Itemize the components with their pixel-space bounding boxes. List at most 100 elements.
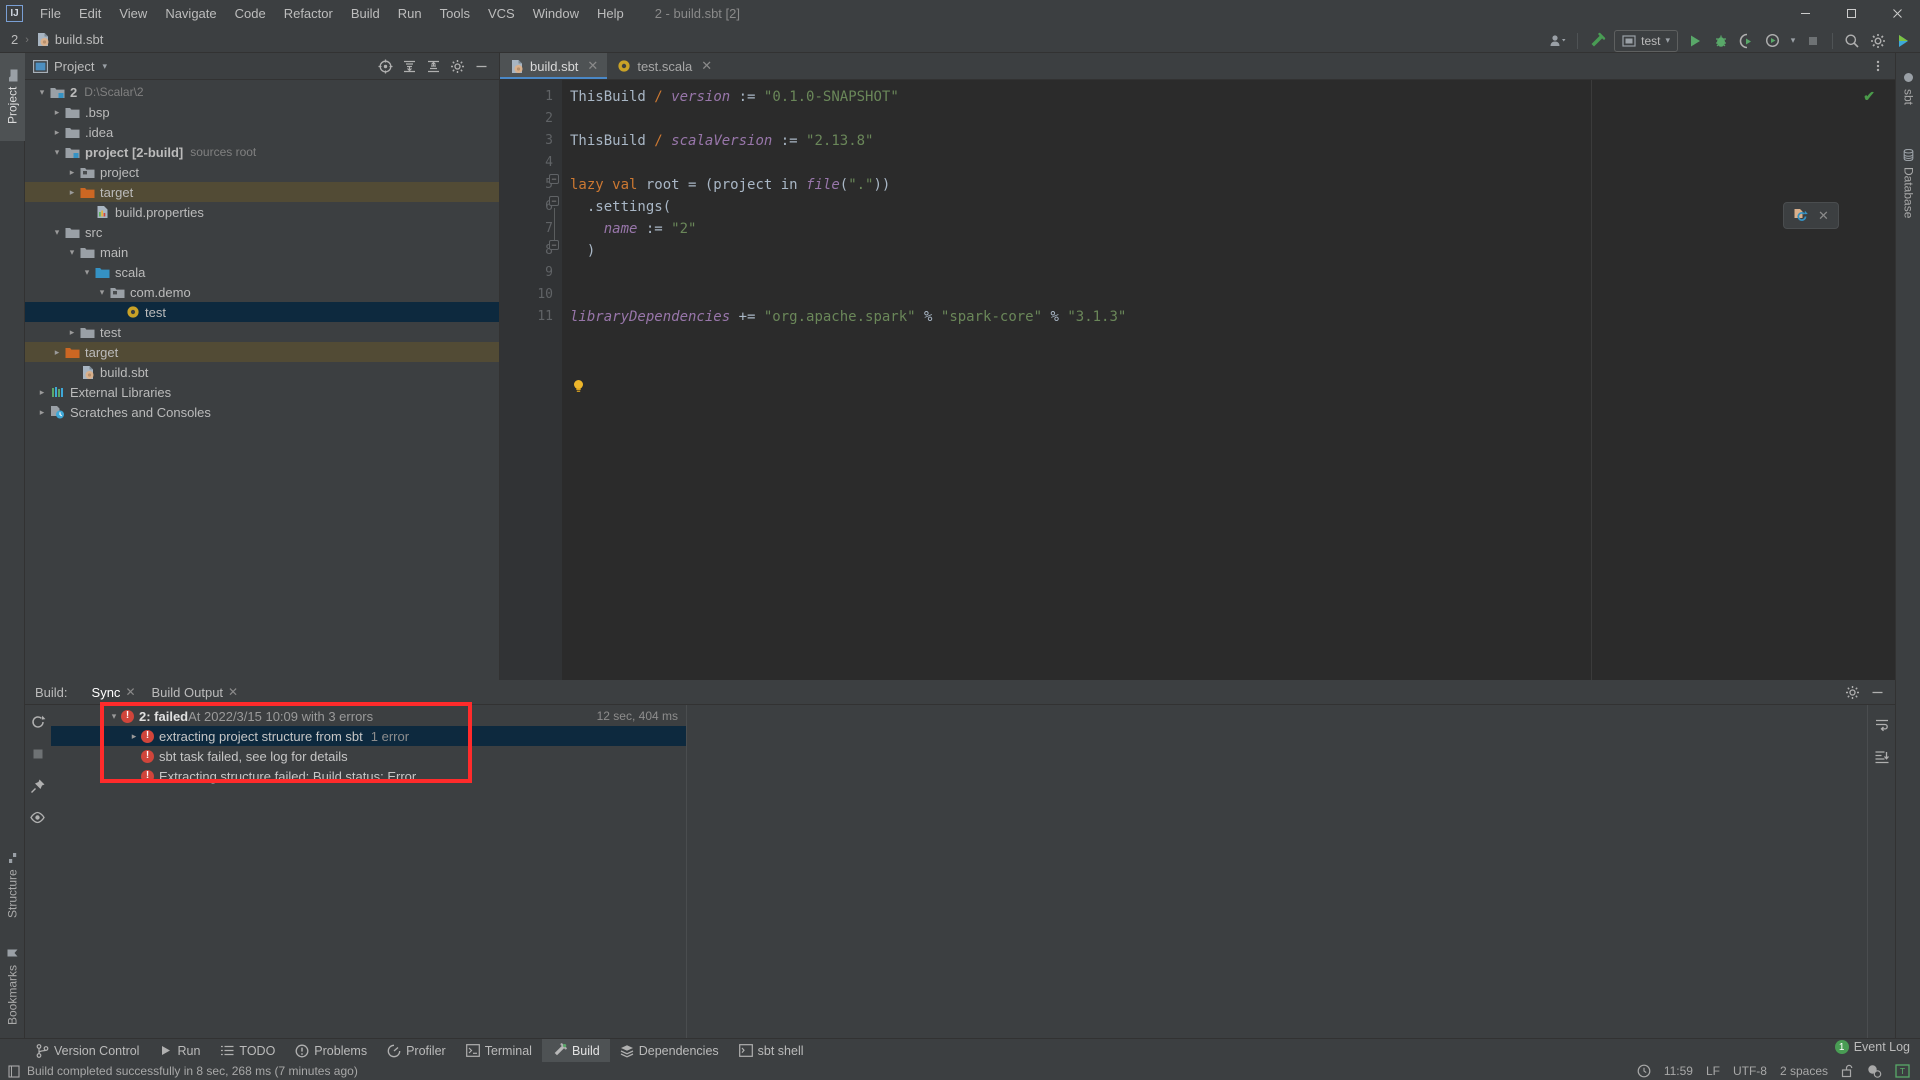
hide-panel-icon[interactable]: [470, 55, 493, 77]
profile-dropdown-icon[interactable]: ▾: [1787, 30, 1799, 52]
hide-panel-icon[interactable]: [1866, 681, 1889, 703]
sidebar-item-project[interactable]: Project: [0, 53, 25, 141]
tab-sync[interactable]: Sync ✕: [84, 683, 144, 702]
search-everywhere-icon[interactable]: [1840, 30, 1864, 52]
bottom-tool-dependencies[interactable]: Dependencies: [610, 1039, 729, 1063]
lock-open-icon[interactable]: [1841, 1064, 1854, 1078]
clock-icon[interactable]: [1637, 1064, 1651, 1078]
minimize-button[interactable]: [1782, 0, 1828, 27]
tree-node-scala[interactable]: ▾ scala: [25, 262, 499, 282]
menu-build[interactable]: Build: [342, 3, 389, 24]
chevron-icon[interactable]: ▾: [35, 87, 49, 98]
indent-setting[interactable]: 2 spaces: [1780, 1064, 1828, 1078]
chevron-icon[interactable]: ▾: [80, 267, 94, 278]
settings-icon[interactable]: [1866, 30, 1890, 52]
editor-gutter[interactable]: 1 2 3 4 5 6 7 8 9 10 11 − − −: [500, 80, 562, 680]
tab-build-output[interactable]: Build Output ✕: [144, 683, 247, 702]
chevron-icon[interactable]: ▸: [50, 107, 64, 118]
menu-view[interactable]: View: [110, 3, 156, 24]
tree-node-project[interactable]: ▸ project: [25, 162, 499, 182]
run-icon[interactable]: [1683, 30, 1707, 52]
chevron-icon[interactable]: ▸: [35, 407, 49, 418]
rerun-icon[interactable]: [28, 712, 48, 732]
collapse-all-icon[interactable]: [422, 55, 445, 77]
chevron-icon[interactable]: ▸: [50, 347, 64, 358]
bottom-tool-version-control[interactable]: Version Control: [26, 1039, 149, 1063]
tree-node-build-properties[interactable]: build.properties: [25, 202, 499, 222]
code-text[interactable]: ThisBuild / version := "0.1.0-SNAPSHOT" …: [562, 80, 1895, 680]
tree-node-com-demo[interactable]: ▾ com.demo: [25, 282, 499, 302]
chevron-icon[interactable]: ▾: [50, 227, 64, 238]
tree-node-idea[interactable]: ▸ .idea: [25, 122, 499, 142]
tree-node-target[interactable]: ▸ target: [25, 182, 499, 202]
breadcrumb-item-project[interactable]: 2: [8, 31, 21, 48]
build-tree-row[interactable]: ! Extracting structure failed: Build stat…: [51, 766, 686, 786]
chevron-icon[interactable]: ▾: [107, 711, 121, 722]
code-editor[interactable]: 1 2 3 4 5 6 7 8 9 10 11 − − − ThisBuild / version …: [500, 80, 1895, 680]
chevron-icon[interactable]: ▸: [65, 187, 79, 198]
chevron-icon[interactable]: ▾: [65, 247, 79, 258]
build-output-console[interactable]: [686, 705, 1867, 1038]
menu-run[interactable]: Run: [389, 3, 431, 24]
tree-node-main[interactable]: ▾ main: [25, 242, 499, 262]
sidebar-item-structure[interactable]: Structure: [0, 840, 25, 930]
close-icon[interactable]: ✕: [228, 685, 238, 699]
select-opened-file-icon[interactable]: [374, 55, 397, 77]
close-icon[interactable]: ✕: [587, 58, 598, 74]
fold-marker-line6[interactable]: −: [549, 196, 559, 206]
menu-refactor[interactable]: Refactor: [275, 3, 342, 24]
file-encoding[interactable]: UTF-8: [1733, 1064, 1767, 1078]
tree-node-2[interactable]: ▾ 2 D:\Scalar\2: [25, 82, 499, 102]
menu-help[interactable]: Help: [588, 3, 633, 24]
event-log-button[interactable]: 1 Event Log: [1834, 1040, 1910, 1054]
scroll-to-end-icon[interactable]: [1872, 747, 1892, 767]
sidebar-item-sbt[interactable]: sbt: [1896, 57, 1920, 121]
chevron-icon[interactable]: ▸: [127, 731, 141, 742]
sbt-reload-widget[interactable]: ✕: [1783, 202, 1839, 229]
chevron-icon[interactable]: ▾: [95, 287, 109, 298]
close-icon[interactable]: ✕: [701, 58, 712, 74]
bottom-tool-problems[interactable]: Problems: [285, 1039, 377, 1063]
tree-node-external-libraries[interactable]: ▸ External Libraries: [25, 382, 499, 402]
breadcrumb-item-file[interactable]: build.sbt: [33, 31, 106, 48]
menu-code[interactable]: Code: [226, 3, 275, 24]
profile-icon[interactable]: [1761, 30, 1785, 52]
inspection-icon[interactable]: [1867, 1064, 1882, 1078]
tab-build-sbt[interactable]: build.sbt ✕: [500, 53, 608, 79]
intention-bulb-icon[interactable]: [572, 379, 585, 392]
menu-edit[interactable]: Edit: [70, 3, 110, 24]
maximize-button[interactable]: [1828, 0, 1874, 27]
sidebar-item-database[interactable]: Database: [1896, 125, 1920, 243]
chevron-down-icon[interactable]: ▾: [102, 61, 107, 72]
sidebar-item-bookmarks[interactable]: Bookmarks: [0, 934, 25, 1038]
settings-icon[interactable]: [1841, 681, 1864, 703]
run-configuration-selector[interactable]: test ▾: [1614, 29, 1678, 52]
line-separator[interactable]: LF: [1706, 1064, 1720, 1078]
chevron-icon[interactable]: ▸: [65, 327, 79, 338]
tree-node-test[interactable]: test: [25, 302, 499, 322]
menu-file[interactable]: File: [31, 3, 70, 24]
bottom-tool-terminal[interactable]: Terminal: [456, 1039, 542, 1063]
build-tree-row[interactable]: ▾! 2: failed At 2022/3/15 10:09 with 3 er…: [51, 706, 686, 726]
settings-icon[interactable]: [446, 55, 469, 77]
inspection-status-icon[interactable]: ✔: [1863, 88, 1875, 105]
user-icon[interactable]: [1546, 30, 1570, 52]
chevron-icon[interactable]: ▸: [65, 167, 79, 178]
tutorial-icon[interactable]: T: [1895, 1064, 1910, 1078]
menu-navigate[interactable]: Navigate: [156, 3, 225, 24]
editor-scrollbar[interactable]: [1881, 80, 1895, 680]
tree-node-bsp[interactable]: ▸ .bsp: [25, 102, 499, 122]
tree-node-target[interactable]: ▸ target: [25, 342, 499, 362]
close-button[interactable]: [1874, 0, 1920, 27]
menu-tools[interactable]: Tools: [431, 3, 479, 24]
show-icon[interactable]: [28, 808, 48, 828]
chevron-icon[interactable]: ▸: [35, 387, 49, 398]
fold-marker-line8[interactable]: −: [549, 240, 559, 250]
tree-node-project-2-build[interactable]: ▾ project [2-build] sources root: [25, 142, 499, 162]
debug-icon[interactable]: [1709, 30, 1733, 52]
status-time[interactable]: 11:59: [1664, 1064, 1693, 1078]
more-vertical-icon[interactable]: [1866, 55, 1889, 77]
tree-node-build-sbt[interactable]: build.sbt: [25, 362, 499, 382]
menu-window[interactable]: Window: [524, 3, 588, 24]
run-coverage-icon[interactable]: [1735, 30, 1759, 52]
